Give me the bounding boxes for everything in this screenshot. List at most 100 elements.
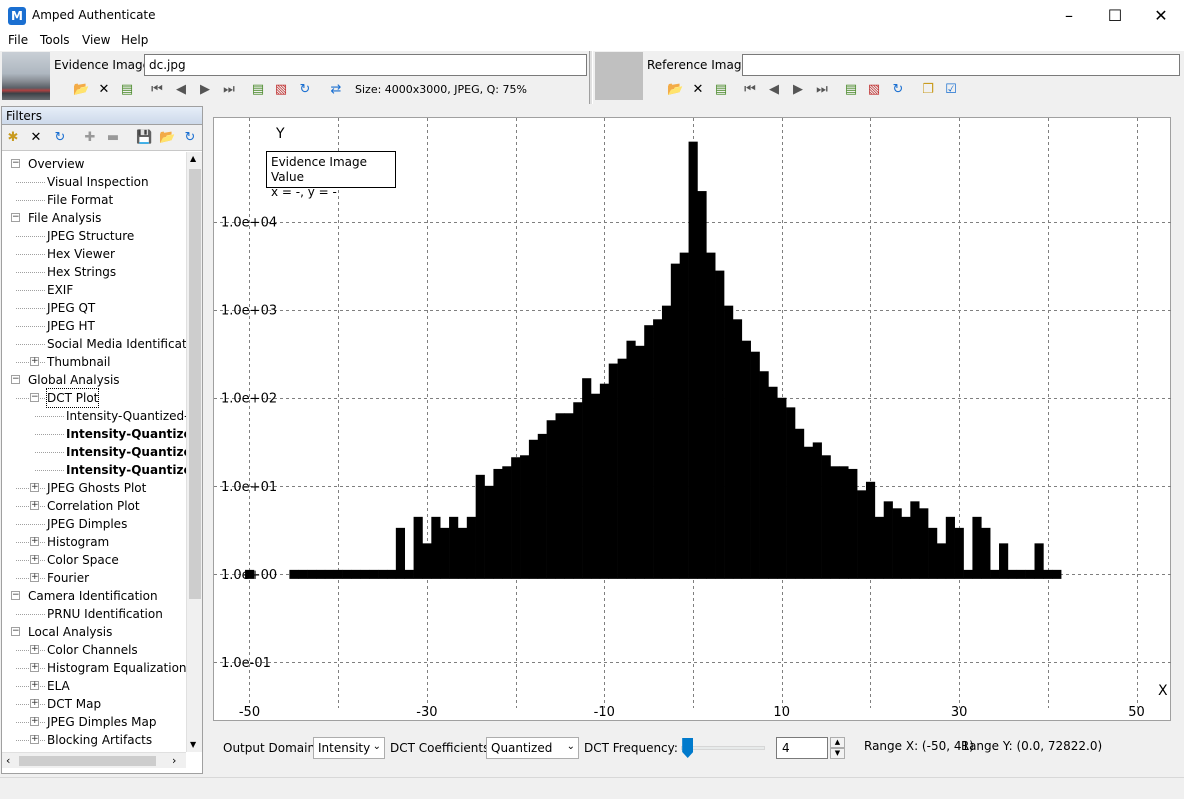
menu-help[interactable]: Help	[121, 33, 148, 47]
dct-frequency-slider-track[interactable]	[681, 746, 765, 750]
expand-icon[interactable]: +	[30, 483, 39, 492]
tree-item[interactable]: Intensity-Quantized-	[66, 425, 186, 443]
tree-item[interactable]: JPEG HT	[47, 317, 95, 335]
swap-icon[interactable]: ⇄	[328, 82, 344, 98]
collapse-icon[interactable]: −	[11, 627, 20, 636]
ref-copy-icon[interactable]: ❐	[920, 82, 936, 98]
dct-frequency-slider-thumb[interactable]	[682, 738, 694, 758]
tree-item[interactable]: JPEG Dimples Map	[47, 713, 156, 731]
tree-item[interactable]: JPEG Ghosts Plot	[47, 479, 146, 497]
add-filter-icon[interactable]: ✚	[82, 130, 98, 146]
tree-item[interactable]: Visual Inspection	[47, 173, 149, 191]
tree-hscroll-thumb[interactable]	[19, 756, 156, 766]
collapse-icon[interactable]: −	[11, 591, 20, 600]
export-icon[interactable]: ▤	[119, 82, 135, 98]
next-icon[interactable]: ▶	[197, 82, 213, 98]
expand-icon[interactable]: +	[30, 717, 39, 726]
expand-icon[interactable]: +	[30, 735, 39, 744]
refresh-icon[interactable]: ↻	[297, 82, 313, 98]
minimize-icon[interactable]: –	[1046, 0, 1092, 31]
expand-icon[interactable]: +	[30, 573, 39, 582]
spin-up-icon[interactable]: ▲	[830, 737, 845, 748]
remove-icon[interactable]: ▧	[273, 82, 289, 98]
ref-first-icon[interactable]: ⏮	[742, 82, 758, 98]
tree-item[interactable]: Blocking Artifacts	[47, 731, 152, 749]
ref-export-icon[interactable]: ▤	[713, 82, 729, 98]
menu-tools[interactable]: Tools	[40, 33, 70, 47]
ref-load-icon[interactable]: ▤	[843, 82, 859, 98]
tree-scroll-thumb[interactable]	[189, 169, 201, 599]
spin-down-icon[interactable]: ▼	[830, 748, 845, 759]
refresh-filter-icon[interactable]: ↻	[52, 130, 68, 146]
ref-remove-icon[interactable]: ▧	[866, 82, 882, 98]
previous-icon[interactable]: ◀	[173, 82, 189, 98]
tree-item[interactable]: Intensity-Quantized-0	[66, 407, 186, 425]
ref-checkbox-icon[interactable]: ☑	[943, 82, 959, 98]
reference-image-field[interactable]	[742, 54, 1180, 76]
collapse-icon[interactable]: −	[11, 375, 20, 384]
reference-thumbnail[interactable]	[595, 52, 643, 100]
first-icon[interactable]: ⏮	[149, 82, 165, 98]
menu-file[interactable]: File	[8, 33, 28, 47]
open-folder-icon[interactable]: 📂	[73, 82, 89, 98]
tree-item[interactable]: Color Space	[47, 551, 119, 569]
expand-icon[interactable]: +	[30, 537, 39, 546]
tree-item[interactable]: JPEG QT	[47, 299, 95, 317]
tree-horizontal-scrollbar[interactable]: ‹ ›	[2, 752, 186, 768]
dct-frequency-spinbox[interactable]: 4	[776, 737, 828, 759]
dct-coefficients-select[interactable]: Quantized ⌄	[486, 737, 579, 759]
tree-item[interactable]: JPEG Dimples	[47, 515, 127, 533]
tree-item[interactable]: ELA	[47, 677, 70, 695]
expand-icon[interactable]: +	[30, 357, 39, 366]
tree-item[interactable]: File Analysis	[28, 209, 101, 227]
tree-item[interactable]: DCT Map	[47, 695, 101, 713]
scroll-up-icon[interactable]: ▲	[190, 154, 196, 163]
reload-icon[interactable]: ↻	[182, 130, 198, 146]
tree-item[interactable]: Global Analysis	[28, 371, 120, 389]
expand-icon[interactable]: +	[30, 555, 39, 564]
tree-item[interactable]: Social Media Identification	[47, 335, 186, 353]
expand-icon[interactable]: +	[30, 699, 39, 708]
delete-filter-icon[interactable]: ✕	[28, 130, 44, 146]
expand-icon[interactable]: +	[30, 501, 39, 510]
collapse-icon[interactable]: −	[11, 213, 20, 222]
tree-item[interactable]: Histogram Equalization	[47, 659, 186, 677]
ref-refresh-icon[interactable]: ↻	[890, 82, 906, 98]
collapse-icon[interactable]: −	[11, 159, 20, 168]
tree-item[interactable]: File Format	[47, 191, 113, 209]
tree-item[interactable]: PRNU Identification	[47, 605, 163, 623]
tree-vertical-scrollbar[interactable]: ▲ ▼	[186, 152, 202, 752]
close-image-icon[interactable]: ✕	[96, 82, 112, 98]
tree-item[interactable]: Color Channels	[47, 641, 138, 659]
ref-previous-icon[interactable]: ◀	[766, 82, 782, 98]
close-icon[interactable]: ✕	[1138, 0, 1184, 31]
evidence-image-field[interactable]: dc.jpg	[144, 54, 587, 76]
load-icon[interactable]: ▤	[250, 82, 266, 98]
scroll-right-icon[interactable]: ›	[172, 754, 176, 767]
load-filters-icon[interactable]: 📂	[159, 130, 175, 146]
expand-icon[interactable]: +	[30, 663, 39, 672]
expand-icon[interactable]: +	[30, 681, 39, 690]
menu-view[interactable]: View	[82, 33, 110, 47]
tree-item[interactable]: Hex Viewer	[47, 245, 115, 263]
tree-item[interactable]: Overview	[28, 155, 85, 173]
ref-last-icon[interactable]: ⏭	[814, 82, 830, 98]
tree-item[interactable]: DCT Plot	[45, 388, 100, 408]
ref-close-icon[interactable]: ✕	[690, 82, 706, 98]
output-domain-select[interactable]: Intensity ⌄	[313, 737, 385, 759]
tree-item[interactable]: JPEG Structure	[47, 227, 134, 245]
ref-open-folder-icon[interactable]: 📂	[667, 82, 683, 98]
tree-item[interactable]: Local Analysis	[28, 623, 112, 641]
collapse-icon[interactable]: −	[30, 393, 39, 402]
tree-item[interactable]: Thumbnail	[47, 353, 110, 371]
tree-item[interactable]: Correlation Plot	[47, 497, 140, 515]
tree-item[interactable]: EXIF	[47, 281, 73, 299]
ref-next-icon[interactable]: ▶	[790, 82, 806, 98]
scroll-down-icon[interactable]: ▼	[190, 740, 196, 749]
scroll-left-icon[interactable]: ‹	[6, 754, 10, 767]
last-icon[interactable]: ⏭	[221, 82, 237, 98]
tree-item[interactable]: Histogram	[47, 533, 109, 551]
tree-item[interactable]: Camera Identification	[28, 587, 158, 605]
evidence-thumbnail[interactable]	[2, 52, 50, 100]
tree-item[interactable]: Hex Strings	[47, 263, 116, 281]
